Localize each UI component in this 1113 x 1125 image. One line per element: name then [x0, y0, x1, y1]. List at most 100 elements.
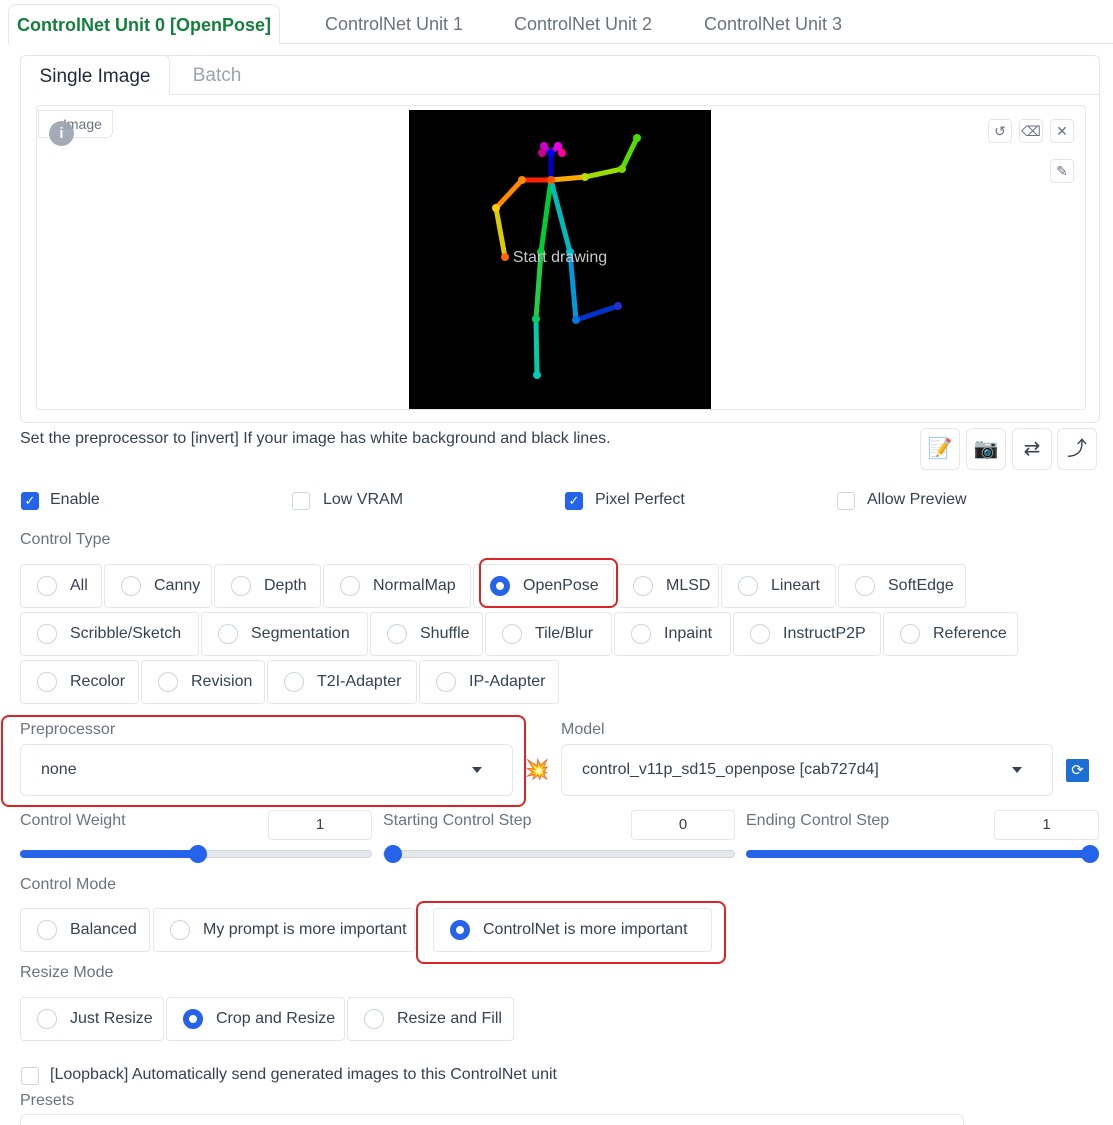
- control-type-depth[interactable]: Depth: [214, 564, 321, 608]
- control-type-scribble[interactable]: Scribble/Sketch: [20, 612, 199, 656]
- tab-unit-0[interactable]: ControlNet Unit 0 [OpenPose]: [8, 4, 280, 44]
- boom-icon[interactable]: 💥: [524, 757, 550, 783]
- control-mode-prompt[interactable]: My prompt is more important: [153, 908, 415, 952]
- preprocessor-label: Preprocessor: [20, 721, 116, 738]
- low-vram-checkbox[interactable]: [292, 492, 310, 510]
- control-type-normalmap[interactable]: NormalMap: [323, 564, 471, 608]
- low-vram-label: Low VRAM: [323, 491, 404, 508]
- radio-label: MLSD: [666, 577, 711, 594]
- control-type-recolor[interactable]: Recolor: [20, 660, 139, 704]
- starting-step-slider[interactable]: [383, 850, 735, 858]
- radio-label: Revision: [191, 673, 253, 690]
- ending-step-fill: [746, 850, 1090, 858]
- canvas-hint: Start drawing: [512, 249, 608, 266]
- radio-circle: [231, 576, 251, 596]
- radio-label: Scribble/Sketch: [70, 625, 182, 642]
- control-type-all[interactable]: All: [20, 564, 102, 608]
- preprocessor-hint: Set the preprocessor to [invert] If your…: [20, 430, 611, 447]
- resize-mode-resize-and-fill[interactable]: Resize and Fill: [347, 997, 514, 1041]
- radio-label: ControlNet is more important: [483, 921, 688, 938]
- radio-label: Tile/Blur: [535, 625, 594, 642]
- ending-step-input[interactable]: 1: [994, 810, 1099, 840]
- radio-circle: [631, 624, 651, 644]
- info-icon[interactable]: i: [49, 121, 74, 146]
- preprocessor-dropdown[interactable]: none: [20, 744, 513, 796]
- radio-label: Shuffle: [420, 625, 470, 642]
- tab-batch[interactable]: Batch: [172, 55, 262, 95]
- pixel-perfect-label: Pixel Perfect: [595, 491, 685, 508]
- radio-circle: [855, 576, 875, 596]
- allow-preview-label: Allow Preview: [867, 491, 967, 508]
- control-weight-label: Control Weight: [20, 812, 126, 829]
- radio-circle-selected: [490, 576, 510, 596]
- refresh-icon[interactable]: ⟳: [1066, 759, 1089, 782]
- control-weight-input[interactable]: 1: [268, 810, 372, 840]
- control-type-softedge[interactable]: SoftEdge: [838, 564, 966, 608]
- eraser-icon[interactable]: ⌫: [1019, 119, 1043, 143]
- radio-circle: [750, 624, 770, 644]
- pixel-perfect-checkbox[interactable]: ✓: [565, 492, 583, 510]
- allow-preview-checkbox[interactable]: [837, 492, 855, 510]
- radio-label: My prompt is more important: [203, 921, 407, 938]
- tab-unit-1[interactable]: ControlNet Unit 1: [304, 4, 484, 44]
- control-type-reference[interactable]: Reference: [883, 612, 1018, 656]
- brush-icon[interactable]: ✎: [1050, 159, 1074, 183]
- starting-step-input[interactable]: 0: [631, 810, 735, 840]
- undo-icon[interactable]: ↺: [988, 119, 1012, 143]
- radio-circle: [37, 920, 57, 940]
- close-icon[interactable]: ✕: [1050, 119, 1074, 143]
- control-weight-thumb[interactable]: [189, 845, 207, 863]
- loopback-checkbox[interactable]: [21, 1067, 39, 1085]
- control-type-openpose[interactable]: OpenPose: [473, 564, 614, 608]
- radio-label: Recolor: [70, 673, 126, 690]
- radio-circle: [340, 576, 360, 596]
- ending-step-thumb[interactable]: [1081, 845, 1099, 863]
- tab-single-image[interactable]: Single Image: [20, 55, 170, 95]
- radio-circle: [502, 624, 522, 644]
- radio-circle: [170, 920, 190, 940]
- preprocessor-value: none: [41, 761, 77, 778]
- enable-checkbox[interactable]: ✓: [21, 492, 39, 510]
- control-type-mlsd[interactable]: MLSD: [616, 564, 719, 608]
- control-type-ip-adapter[interactable]: IP-Adapter: [419, 660, 559, 704]
- control-type-instructp2p[interactable]: InstructP2P: [733, 612, 881, 656]
- presets-dropdown[interactable]: [20, 1114, 964, 1125]
- model-value: control_v11p_sd15_openpose [cab727d4]: [582, 761, 879, 778]
- radio-circle: [37, 624, 57, 644]
- resize-mode-crop-and-resize[interactable]: Crop and Resize: [166, 997, 345, 1041]
- control-type-segmentation[interactable]: Segmentation: [201, 612, 368, 656]
- control-type-inpaint[interactable]: Inpaint: [614, 612, 731, 656]
- radio-circle: [37, 1009, 57, 1029]
- chevron-down-icon: [472, 767, 482, 773]
- control-type-t2i-adapter[interactable]: T2I-Adapter: [267, 660, 417, 704]
- control-type-lineart[interactable]: Lineart: [721, 564, 836, 608]
- control-type-canny[interactable]: Canny: [104, 564, 212, 608]
- send-icon[interactable]: ⤴: [1057, 428, 1097, 470]
- control-mode-balanced[interactable]: Balanced: [20, 908, 150, 952]
- loopback-label: [Loopback] Automatically send generated …: [50, 1066, 557, 1083]
- tab-unit-3[interactable]: ControlNet Unit 3: [683, 4, 863, 44]
- radio-label: InstructP2P: [783, 625, 866, 642]
- radio-circle: [37, 672, 57, 692]
- resize-mode-just-resize[interactable]: Just Resize: [20, 997, 164, 1041]
- tab-unit-2[interactable]: ControlNet Unit 2: [493, 4, 673, 44]
- control-type-shuffle[interactable]: Shuffle: [370, 612, 483, 656]
- starting-step-thumb[interactable]: [384, 845, 402, 863]
- control-type-label: Control Type: [20, 531, 111, 548]
- edit-icon[interactable]: 📝: [920, 428, 960, 470]
- control-mode-controlnet[interactable]: ControlNet is more important: [433, 908, 712, 952]
- radio-circle-selected: [183, 1009, 203, 1029]
- radio-label: OpenPose: [523, 577, 599, 594]
- radio-label: Canny: [154, 577, 201, 594]
- control-type-revision[interactable]: Revision: [141, 660, 265, 704]
- radio-label: Resize and Fill: [397, 1010, 502, 1027]
- radio-circle: [633, 576, 653, 596]
- radio-label: All: [70, 577, 88, 594]
- camera-icon[interactable]: 📷: [966, 428, 1006, 470]
- swap-icon[interactable]: ⇄: [1012, 428, 1052, 470]
- radio-circle: [218, 624, 238, 644]
- model-dropdown[interactable]: control_v11p_sd15_openpose [cab727d4]: [561, 744, 1053, 796]
- control-type-tile-blur[interactable]: Tile/Blur: [485, 612, 612, 656]
- radio-label: SoftEdge: [888, 577, 954, 594]
- radio-circle: [900, 624, 920, 644]
